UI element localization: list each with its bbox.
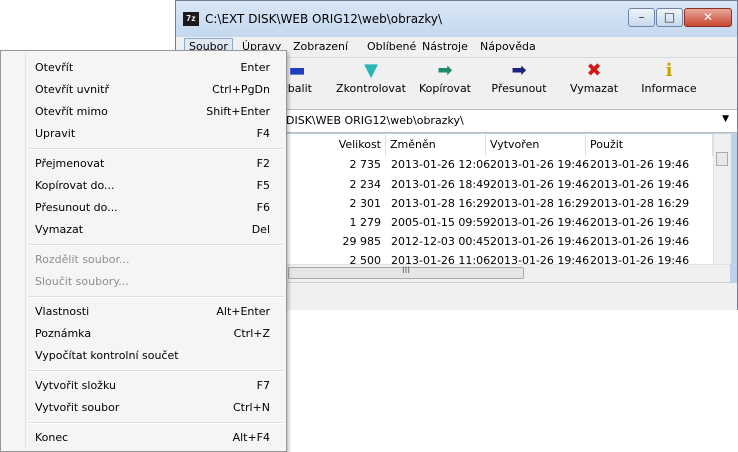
- close-button[interactable]: ✕: [684, 8, 732, 27]
- cell-size: 2 735: [349, 158, 382, 171]
- cell-accessed: 2013-01-26 19:46: [590, 254, 690, 264]
- menu-separator: [29, 296, 284, 298]
- address-path: DISK\WEB ORIG12\web\obrazky\: [286, 114, 464, 127]
- menu-item-open-outside[interactable]: Otevřít mimo Shift+Enter: [3, 101, 284, 123]
- menu-separator: [29, 244, 284, 246]
- maximize-button[interactable]: □: [656, 8, 683, 27]
- cell-modified: 2013-01-26 18:49: [391, 178, 491, 191]
- move-arrow-icon: ➡: [511, 60, 527, 81]
- cell-created: 2013-01-26 19:46: [490, 235, 590, 248]
- menu-item-comment[interactable]: Poznámka Ctrl+Z: [3, 323, 284, 345]
- delete-label: Vymazat: [569, 82, 619, 95]
- menu-nastroje[interactable]: Nástroje: [418, 39, 472, 55]
- cell-accessed: 2013-01-28 16:29: [590, 197, 690, 210]
- minimize-icon: –: [638, 10, 645, 24]
- copy-button[interactable]: ➡ Kopírovat: [416, 60, 474, 106]
- menu-separator: [29, 148, 284, 150]
- cell-created: 2013-01-26 19:46: [490, 158, 590, 171]
- cell-accessed: 2013-01-26 19:46: [590, 178, 690, 191]
- menu-item-edit[interactable]: Upravit F4: [3, 123, 284, 145]
- copy-label: Kopírovat: [418, 82, 471, 95]
- cell-size: 29 985: [342, 235, 382, 248]
- minimize-button[interactable]: –: [628, 8, 655, 27]
- menu-item-create-folder[interactable]: Vytvořit složku F7: [3, 375, 284, 397]
- move-label: Přesunout: [491, 82, 547, 95]
- window-title: C:\EXT DISK\WEB ORIG12\web\obrazky\: [205, 12, 443, 26]
- menu-item-checksum[interactable]: Vypočítat kontrolní součet: [3, 345, 284, 367]
- grip-icon: III: [402, 266, 410, 276]
- menu-item-create-file[interactable]: Vytvořit soubor Ctrl+N: [3, 397, 284, 419]
- delete-x-icon: ✖: [586, 60, 602, 81]
- cell-size: 1 279: [349, 216, 382, 229]
- delete-button[interactable]: ✖ Vymazat: [568, 60, 620, 106]
- cell-size: 2 301: [349, 197, 382, 210]
- menu-item-copy-to[interactable]: Kopírovat do... F5: [3, 175, 284, 197]
- test-button[interactable]: ▼ Zkontrolovat: [334, 60, 408, 106]
- menu-item-properties[interactable]: Vlastnosti Alt+Enter: [3, 301, 284, 323]
- cell-created: 2013-01-26 19:46: [490, 254, 590, 264]
- horizontal-scroll-thumb[interactable]: III: [288, 266, 524, 279]
- check-down-icon: ▼: [364, 60, 378, 81]
- menu-item-combine-files: Sloučit soubory...: [35, 275, 129, 288]
- move-button[interactable]: ➡ Přesunout: [488, 60, 550, 106]
- info-label: Informace: [641, 82, 697, 95]
- menu-item-open[interactable]: Otevřít Enter: [3, 57, 284, 79]
- context-menu: Otevřít Enter Otevřít uvnitř Ctrl+PgDn O…: [0, 50, 287, 452]
- cell-created: 2013-01-26 19:46: [490, 178, 590, 191]
- cell-modified: 2005-01-15 09:59: [391, 216, 491, 229]
- maximize-icon: □: [663, 10, 676, 24]
- menu-item-open-inside[interactable]: Otevřít uvnitř Ctrl+PgDn: [3, 79, 284, 101]
- title-bar[interactable]: 7z C:\EXT DISK\WEB ORIG12\web\obrazky\ –…: [176, 1, 737, 37]
- menu-separator: [29, 370, 284, 372]
- cell-modified: 2013-01-28 16:29: [391, 197, 491, 210]
- info-button[interactable]: i Informace: [638, 60, 700, 106]
- menu-zobrazeni[interactable]: Zobrazení: [289, 39, 352, 55]
- cell-size: 2 234: [349, 178, 382, 191]
- cell-size: 2 500: [349, 254, 382, 264]
- close-icon: ✕: [702, 10, 714, 24]
- cell-modified: 2013-01-26 12:06: [391, 158, 491, 171]
- menu-item-delete[interactable]: Vymazat Del: [3, 219, 284, 241]
- cell-created: 2013-01-28 16:29: [490, 197, 590, 210]
- app-logo-icon: 7z: [183, 12, 199, 26]
- menu-item-split-file: Rozdělit soubor...: [35, 253, 130, 266]
- chevron-down-icon[interactable]: ▼: [722, 114, 729, 124]
- cell-created: 2013-01-26 19:46: [490, 216, 590, 229]
- column-accessed[interactable]: Použit: [586, 134, 713, 156]
- info-icon: i: [665, 60, 673, 81]
- cell-accessed: 2013-01-26 19:46: [590, 216, 690, 229]
- cell-modified: 2013-01-26 11:06: [391, 254, 491, 264]
- copy-arrow-icon: ➡: [437, 60, 453, 81]
- column-size[interactable]: Velikost: [286, 134, 386, 156]
- menu-napoveda[interactable]: Nápověda: [476, 39, 540, 55]
- column-created[interactable]: Vytvořen: [486, 134, 586, 156]
- menu-item-exit[interactable]: Konec Alt+F4: [3, 427, 284, 449]
- column-modified[interactable]: Změněn: [386, 134, 486, 156]
- menu-item-rename[interactable]: Přejmenovat F2: [3, 153, 284, 175]
- menu-oblibene[interactable]: Oblíbené: [363, 39, 420, 55]
- menu-separator: [29, 422, 284, 424]
- vertical-scrollbar[interactable]: [713, 134, 731, 264]
- test-label: Zkontrolovat: [336, 82, 406, 95]
- cell-accessed: 2013-01-26 19:46: [590, 235, 690, 248]
- cell-modified: 2012-12-03 00:45: [391, 235, 491, 248]
- vertical-scroll-thumb[interactable]: [716, 152, 728, 166]
- cell-accessed: 2013-01-26 19:46: [590, 158, 690, 171]
- menu-item-move-to[interactable]: Přesunout do... F6: [3, 197, 284, 219]
